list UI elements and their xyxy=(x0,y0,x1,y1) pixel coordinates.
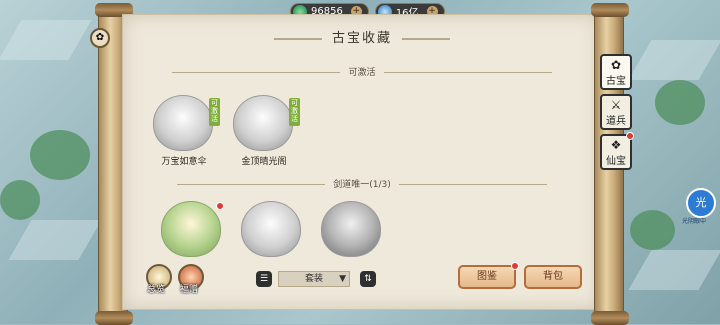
set-filter-dropdown[interactable]: 套装 ▼ xyxy=(278,271,350,287)
activatable-tag: 可激活 xyxy=(209,98,220,126)
treasure-item-dark-sword[interactable] xyxy=(321,201,383,257)
dark-sword-treasure-icon xyxy=(321,201,381,257)
treasure-pavilion-icon: 可激活 xyxy=(233,95,300,151)
bag-button[interactable]: 背包 xyxy=(524,265,582,289)
panel-title-text: 古宝收藏 xyxy=(331,31,392,46)
panel-title: 古宝收藏 xyxy=(123,27,601,46)
section-header-sword: 剑道唯一(1/3) xyxy=(143,177,581,190)
jade-sword-treasure-icon xyxy=(161,201,224,257)
tab-label: 道兵 xyxy=(606,116,626,127)
gem-icon: ❖ xyxy=(610,138,622,152)
treasure-item-name: 金顶晴光阁 xyxy=(241,157,287,167)
section-header-activatable: 可激活 xyxy=(143,65,581,78)
overview-label: 总览 xyxy=(147,285,166,295)
treasure-item-silver-sword[interactable] xyxy=(241,201,303,257)
tab-ancient-treasure[interactable]: ✿ 古宝 xyxy=(600,54,632,90)
bag-button-label: 背包 xyxy=(543,271,563,282)
sort-icon[interactable]: ⇅ xyxy=(360,271,376,287)
treasure-umbrella-icon: 可激活 xyxy=(153,95,220,151)
welfare-label: 福赠 xyxy=(180,285,199,295)
title-ornament-right xyxy=(402,37,450,40)
title-ornament-left xyxy=(273,37,322,40)
treasure-item-name: 万宝如意伞 xyxy=(161,157,207,167)
tab-label: 古宝 xyxy=(606,76,626,87)
list-icon[interactable]: ☰ xyxy=(256,271,272,287)
red-dot-badge xyxy=(216,202,224,210)
treasure-item-umbrella[interactable]: 可激活 万宝如意伞 xyxy=(153,95,220,167)
flower-icon: ✿ xyxy=(610,58,622,72)
red-dot-badge xyxy=(511,262,519,270)
activatable-tag: 可激活 xyxy=(289,98,300,126)
filter-value: 套装 xyxy=(304,274,323,284)
tab-immortal-treasure[interactable]: ❖ 仙宝 xyxy=(600,132,634,170)
treasure-item-jade-sword[interactable] xyxy=(161,201,224,257)
atlas-button-label: 图鉴 xyxy=(477,271,497,282)
section-activatable-label: 可激活 xyxy=(348,68,376,78)
treasure-item-pavilion[interactable]: 可激活 金顶晴光阁 xyxy=(233,95,300,167)
scroll-emblem-button[interactable]: ✿ xyxy=(90,28,110,48)
tab-label: 仙宝 xyxy=(606,156,626,167)
red-dot-badge xyxy=(626,132,634,140)
chevron-down-icon: ▼ xyxy=(339,274,346,284)
tab-dao-weapon[interactable]: ⚔ 道兵 xyxy=(600,94,632,130)
event-badge-label: 光阴眼中 xyxy=(682,218,707,225)
section-sword-label: 剑道唯一(1/3) xyxy=(333,180,391,190)
weapon-icon: ⚔ xyxy=(610,98,622,112)
event-badge-button[interactable]: 光 xyxy=(686,188,716,218)
atlas-button[interactable]: 图鉴 xyxy=(458,262,519,289)
silver-sword-treasure-icon xyxy=(241,201,301,257)
